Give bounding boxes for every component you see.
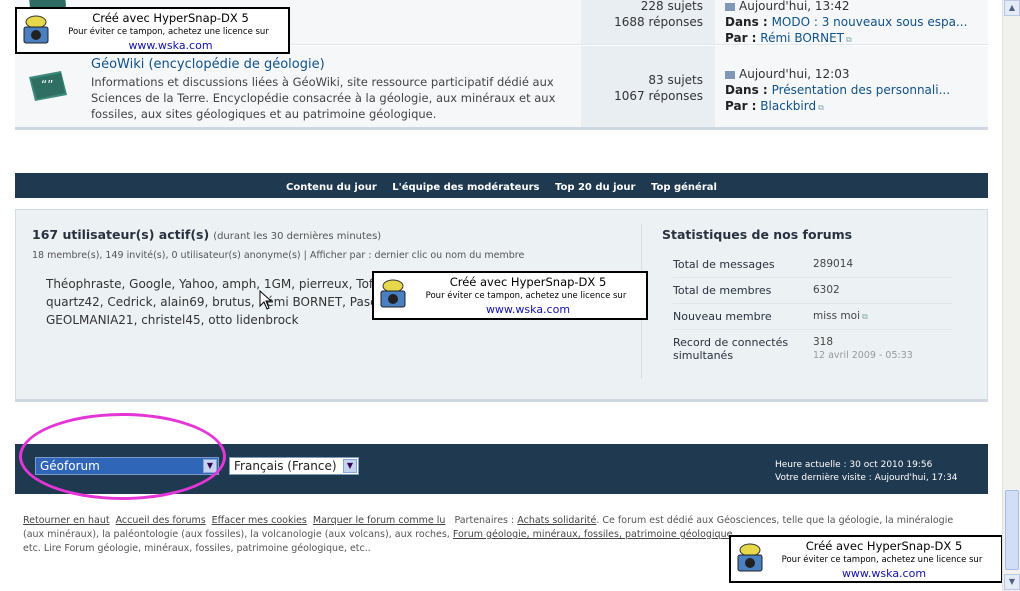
online-users-list: Théophraste, Google, Yahoo, amph, 1GM, p…	[46, 275, 386, 329]
stats-label: Record de connectés simultanés	[673, 336, 789, 362]
topics-count: 228 sujets	[640, 0, 703, 13]
topics-count: 83 sujets	[648, 73, 703, 87]
online-users-line[interactable]: GEOLMANIA21, christel45, otto lidenbrock	[46, 311, 386, 329]
online-users-line[interactable]: quartz42, Cedrick, alain69, brutus, Rémi…	[46, 293, 386, 311]
in-label: Dans :	[725, 83, 768, 97]
replies-count: 1067 réponses	[614, 89, 703, 103]
online-count: 167 utilisateur(s) actif(s)	[32, 227, 210, 242]
stats-row: Record de connectés simultanés 318 12 av…	[673, 330, 953, 368]
scroll-thumb[interactable]	[1005, 490, 1019, 570]
language-value: Français (France)	[234, 459, 337, 473]
scroll-down-icon[interactable]: ▼	[1004, 574, 1020, 590]
forum-description: Informations et discussions liées à GéoW…	[91, 75, 556, 121]
online-title: 167 utilisateur(s) actif(s) (durant les …	[32, 227, 381, 242]
language-select[interactable]: Français (France) ▼	[229, 457, 359, 475]
highlight-annotation	[19, 413, 226, 500]
forum-geology-link[interactable]: Forum géologie, minéraux, fossiles, patr…	[453, 529, 733, 540]
scroll-up-icon[interactable]: ▲	[1004, 0, 1020, 16]
svg-text:“”: “”	[41, 78, 53, 92]
last-post: Aujourd'hui, 13:42 Dans : MODO : 3 nouve…	[715, 0, 988, 45]
forum-speech-bubble-icon: “”	[29, 71, 67, 101]
stats-value: 318	[813, 336, 834, 348]
newest-member-link[interactable]: miss moi	[813, 310, 860, 322]
partners-label: Partenaires :	[454, 515, 515, 526]
chevron-down-icon[interactable]: ▼	[343, 459, 357, 473]
time-info: Heure actuelle : 30 oct 2010 19:56 Votre…	[775, 459, 965, 485]
camera-icon	[737, 543, 763, 572]
nav-top20-today[interactable]: Top 20 du jour	[555, 182, 636, 193]
watermark-url: www.wska.com	[485, 303, 571, 316]
replies-count: 1688 réponses	[614, 15, 703, 29]
nav-top-general[interactable]: Top général	[651, 182, 717, 193]
partner-link[interactable]: Achats solidarité	[517, 515, 596, 526]
by-label: Par :	[725, 99, 757, 113]
stats-row: Total de membres 6302	[673, 278, 953, 304]
stats-label: Total de messages	[673, 258, 775, 271]
watermark-stamp: Créé avec HyperSnap-DX 5 Pour éviter ce …	[372, 271, 648, 320]
stats-title: Statistiques de nos forums	[662, 227, 853, 242]
last-post-author-link[interactable]: Rémi BORNET	[760, 31, 844, 45]
stats-label: Nouveau membre	[673, 310, 772, 323]
mouse-cursor-icon	[259, 290, 273, 310]
forum-title-link[interactable]: GéoWiki (encyclopédie de géologie)	[91, 57, 325, 72]
bottom-navbar: Contenu du jour L'équipe des modérateurs…	[15, 173, 988, 198]
last-visit: Votre dernière visite : Aujourd'hui, 17:…	[775, 473, 958, 483]
record-date: 12 avril 2009 - 05:33	[813, 350, 913, 361]
last-post-topic-link[interactable]: MODO : 3 nouveaux sous espa...	[772, 15, 968, 29]
delete-cookies-link[interactable]: Effacer mes cookies	[212, 515, 307, 526]
watermark-notice: Pour éviter ce tampon, achetez une licen…	[425, 291, 627, 301]
watermark-notice: Pour éviter ce tampon, achetez une licen…	[68, 27, 269, 37]
watermark-title: Créé avec HyperSnap-DX 5	[805, 539, 963, 553]
last-post-date: Aujourd'hui, 13:42	[739, 0, 850, 13]
mark-read-link[interactable]: Marquer le forum comme lu	[313, 515, 446, 526]
watermark-title: Créé avec HyperSnap-DX 5	[92, 11, 249, 25]
profile-link-icon[interactable]: ⧉	[846, 35, 852, 44]
camera-icon	[380, 279, 406, 308]
stats-row: Nouveau membre miss moi ⧉	[673, 304, 953, 330]
nav-content-today[interactable]: Contenu du jour	[286, 182, 377, 193]
last-post-date: Aujourd'hui, 12:03	[739, 67, 850, 81]
last-post-author-link[interactable]: Blackbird	[760, 99, 816, 113]
watermark-stamp: Créé avec HyperSnap-DX 5 Pour éviter ce …	[15, 7, 290, 54]
nav-moderators-team[interactable]: L'équipe des modérateurs	[392, 182, 539, 193]
view-latest-post-icon[interactable]	[725, 70, 735, 79]
watermark-url: www.wska.com	[841, 567, 927, 580]
forum-stats: 83 sujets 1067 réponses	[581, 46, 715, 127]
stats-row: Total de messages 289014	[673, 252, 953, 278]
forum-stats: 228 sujets 1688 réponses	[581, 0, 715, 44]
current-time: Heure actuelle : 30 oct 2010 19:56	[775, 460, 933, 470]
forum-page: 228 sujets 1688 réponses Aujourd'hui, 13…	[0, 0, 1003, 591]
online-breakdown: 18 membre(s), 149 invité(s), 0 utilisate…	[32, 250, 525, 261]
view-latest-post-icon[interactable]	[725, 2, 735, 11]
profile-link-icon[interactable]: ⧉	[818, 103, 824, 112]
watermark-title: Créé avec HyperSnap-DX 5	[449, 275, 607, 289]
forum-row-geowiki: “” GéoWiki (encyclopédie de géologie) In…	[15, 46, 988, 130]
watermark-stamp: Créé avec HyperSnap-DX 5 Pour éviter ce …	[729, 535, 1003, 583]
camera-icon	[23, 15, 49, 44]
profile-link-icon[interactable]: ⧉	[862, 312, 868, 321]
stats-table: Total de messages 289014 Total de membre…	[673, 252, 953, 368]
stats-value: 6302	[813, 284, 840, 296]
stats-label: Total de membres	[673, 284, 772, 297]
watermark-url: www.wska.com	[128, 39, 213, 52]
forum-icon-cell: “”	[15, 46, 83, 127]
last-post: Aujourd'hui, 12:03 Dans : Présentation d…	[715, 46, 988, 127]
last-post-topic-link[interactable]: Présentation des personnali...	[772, 83, 950, 97]
watermark-notice: Pour éviter ce tampon, achetez une licen…	[781, 555, 983, 565]
stats-value: 289014	[813, 258, 854, 270]
back-to-top-link[interactable]: Retourner en haut	[23, 515, 110, 526]
in-label: Dans :	[725, 15, 768, 29]
forum-home-link[interactable]: Accueil des forums	[116, 515, 206, 526]
by-label: Par :	[725, 31, 757, 45]
online-users-line[interactable]: Théophraste, Google, Yahoo, amph, 1GM, p…	[46, 275, 386, 293]
online-note: (durant les 30 dernières minutes)	[213, 231, 382, 242]
vertical-scrollbar[interactable]: ▲ ▼	[1002, 0, 1020, 591]
